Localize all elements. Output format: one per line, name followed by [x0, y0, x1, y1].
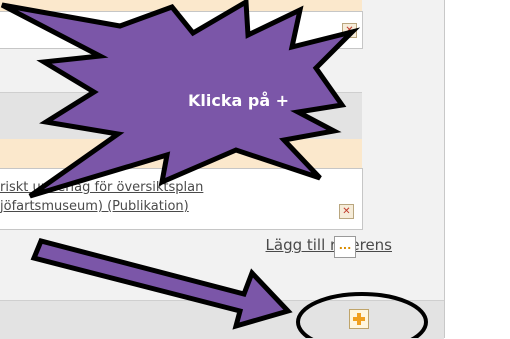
remove-reference-icon[interactable]: ✕ — [339, 204, 354, 219]
reference-link-line-2[interactable]: jöfartsmuseum) (Publikation) — [0, 199, 189, 214]
plus-icon — [353, 313, 365, 325]
highlight-strip-top — [0, 0, 362, 11]
reference-list: riskt underlag för översiktsplan jöfarts… — [0, 168, 363, 230]
callout-text: Klicka på + — [188, 91, 290, 110]
bottom-section-bar — [0, 300, 444, 339]
reference-link-line-1[interactable]: riskt underlag för översiktsplan — [0, 180, 203, 195]
remove-top-icon[interactable]: ✕ — [342, 23, 357, 38]
add-reference-link[interactable]: Lägg till referens — [266, 236, 392, 254]
add-plus-button[interactable] — [349, 309, 369, 329]
form-panel: ✕ riskt underlag för översiktsplan jöfar… — [0, 0, 445, 339]
browse-reference-button[interactable]: ... — [334, 236, 356, 258]
highlight-strip-middle — [0, 139, 362, 168]
section-header — [0, 92, 362, 140]
top-field-box: ✕ — [0, 11, 363, 49]
